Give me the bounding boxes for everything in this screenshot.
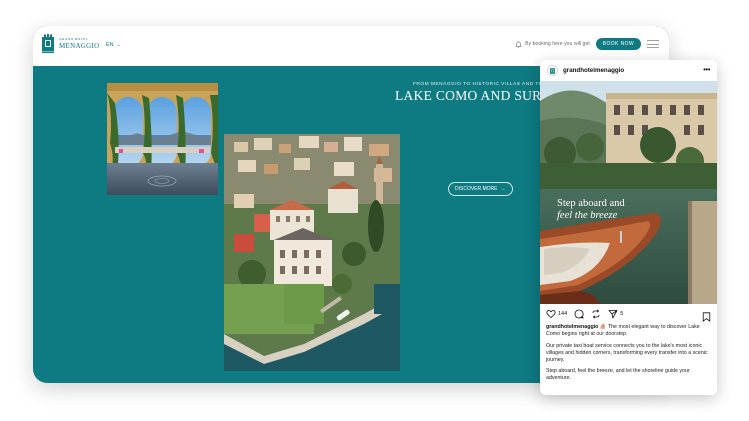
caption-paragraph-3: Step aboard, feel the breeze, and let th… (546, 368, 690, 382)
hero-title: LAKE COMO AND SURRO (395, 88, 561, 103)
like-button[interactable]: 144 (546, 309, 567, 319)
post-actions-bar: 144 5 (546, 308, 711, 322)
hotel-logo[interactable]: GRAND HOTEL MENAGGIO (41, 34, 100, 54)
send-icon (608, 310, 618, 319)
villa-arches-photo (107, 83, 218, 195)
chevron-down-icon: ⌄ (116, 42, 121, 48)
booking-benefits-link[interactable]: By booking here you will get (515, 41, 590, 48)
book-now-button[interactable]: BOOK NOW (595, 38, 641, 50)
hero-subtitle: FROM MENAGGIO TO HISTORIC VILLAS AND THE… (413, 82, 560, 87)
booking-note-text: By booking here you will get (525, 41, 590, 47)
post-caption: grandhotelmenaggio ⛵ The most elegant wa… (546, 324, 712, 387)
language-label: EN (106, 42, 114, 48)
repost-icon (592, 309, 600, 319)
repost-button[interactable] (591, 309, 601, 319)
caption-username[interactable]: grandhotelmenaggio (546, 324, 598, 330)
discover-more-label: DISCOVER MORE (455, 186, 498, 192)
language-selector[interactable]: EN ⌄ (106, 42, 121, 48)
more-options-icon[interactable]: ••• (703, 65, 710, 74)
taxi-boat-photo: Step aboard and feel the breeze (540, 81, 717, 304)
bell-icon (515, 41, 522, 48)
instagram-post-card: grandhotelmenaggio ••• Step aboard and f… (540, 60, 717, 395)
crest-icon (550, 67, 555, 74)
comment-icon (574, 309, 584, 319)
share-count: 5 (620, 311, 624, 317)
like-count: 144 (558, 311, 568, 317)
discover-more-button[interactable]: DISCOVER MORE → (448, 182, 513, 196)
logo-name: MENAGGIO (59, 41, 100, 50)
photo-overlay-line1: Step aboard and (557, 198, 625, 209)
share-button[interactable]: 5 (608, 309, 623, 319)
heart-icon (546, 310, 556, 319)
arrow-right-icon: → (500, 186, 506, 192)
post-username[interactable]: grandhotelmenaggio (563, 67, 624, 74)
caption-paragraph-2: Our private taxi boat service connects y… (546, 342, 708, 363)
comment-button[interactable] (574, 309, 584, 319)
hamburger-menu-icon[interactable] (647, 40, 659, 48)
crest-icon (42, 34, 54, 53)
avatar[interactable] (547, 65, 558, 76)
photo-overlay-line2: feel the breeze (557, 210, 618, 221)
instagram-post-header: grandhotelmenaggio ••• (540, 60, 717, 81)
bookmark-icon (702, 312, 711, 322)
aerial-villa-photo (224, 134, 400, 371)
